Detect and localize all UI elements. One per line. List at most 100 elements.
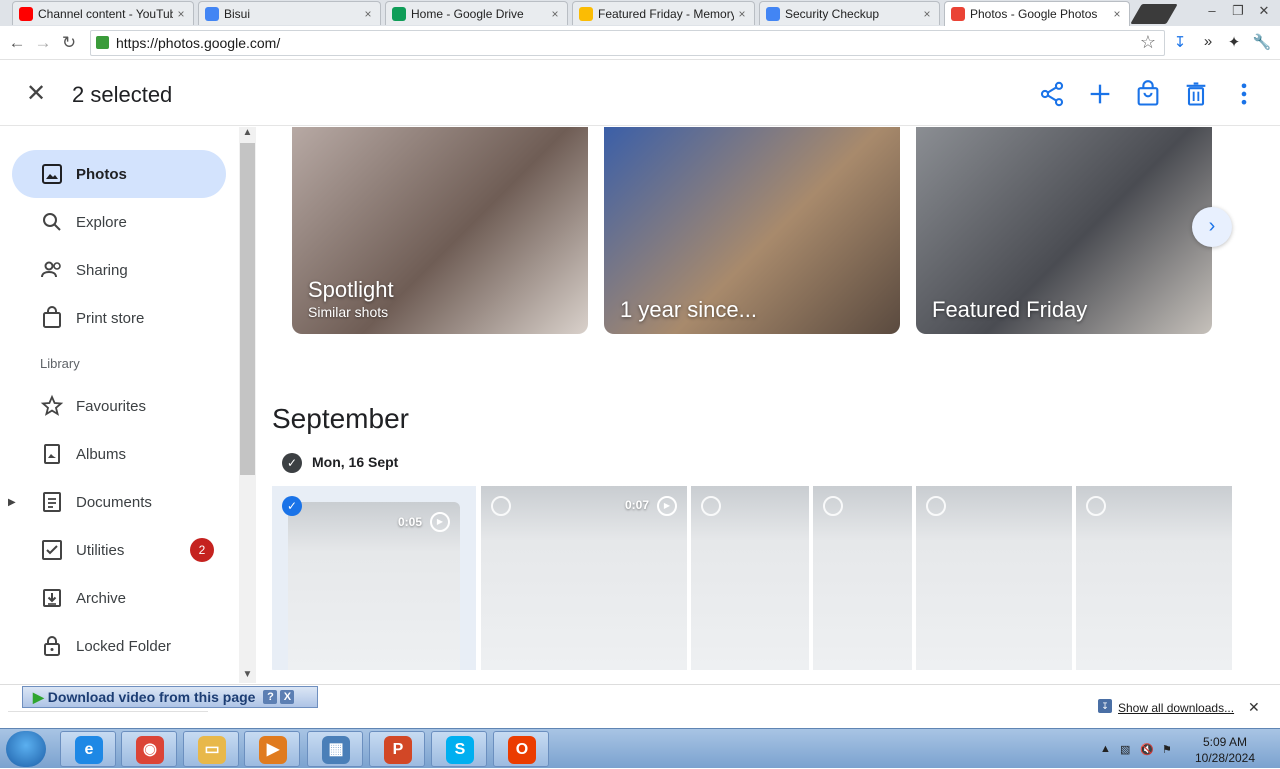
select-circle-icon[interactable] [926,496,946,516]
url-text: https://photos.google.com/ [116,35,281,51]
start-button[interactable] [6,731,46,767]
bookmark-star-icon[interactable]: ☆ [1140,32,1156,53]
scroll-up-arrow-icon[interactable]: ▲ [239,127,256,138]
sidebar-item-print-store[interactable]: Print store [12,294,226,342]
tray-expand-icon[interactable]: ▲ [1100,743,1111,755]
browser-tab[interactable]: Channel content - YouTube × [12,1,194,25]
photo-thumb[interactable]: ✓ 0:05 ▶ [272,486,476,670]
sidebar-item-explore[interactable]: Explore [12,198,226,246]
browser-tab[interactable]: Home - Google Drive × [385,1,568,25]
close-tab-icon[interactable]: × [1109,7,1125,21]
show-all-downloads-link[interactable]: Show all downloads... [1118,701,1234,715]
download-video-widget[interactable]: ▶ Download video from this page ? X [22,686,318,708]
shopping-bag-icon [43,306,61,328]
memory-card-spotlight[interactable]: Spotlight Similar shots [292,127,588,334]
selection-count: 2 selected [72,82,173,107]
browser-tab-strip: Channel content - YouTube × Bisui × Home - G… [0,0,1280,26]
taskbar-app[interactable]: ◉ [121,731,177,767]
photos-main: Spotlight Similar shots 1 year since... … [258,127,1264,670]
downloads-icon: ↧ [1098,699,1112,713]
taskbar-app[interactable]: P [369,731,425,767]
print-order-icon[interactable] [1134,80,1162,108]
taskbar-app[interactable]: O [493,731,549,767]
taskbar-app[interactable]: e [60,731,116,767]
browser-tab[interactable]: Photos - Google Photos × [944,1,1130,26]
google-drive-icon [392,6,406,21]
sidebar-item-label: Documents [76,493,152,511]
sidebar-item-utilities[interactable]: Utilities 2 [12,526,226,574]
sidebar-item-albums[interactable]: Albums [12,430,226,478]
browser-tab[interactable]: Bisui × [198,1,381,25]
sidebar-item-archive[interactable]: Archive [12,574,226,622]
taskbar-app[interactable]: ▦ [307,731,363,767]
close-tab-icon[interactable]: × [734,7,750,21]
select-circle-icon[interactable] [701,496,721,516]
overflow-chevron-icon[interactable]: » [1198,33,1218,50]
people-icon [41,261,61,278]
sidebar-item-sharing[interactable]: Sharing [12,246,226,294]
sidebar-scrollbar-thumb[interactable] [240,143,255,475]
photo-thumb[interactable] [1076,486,1232,670]
download-video-label[interactable]: Download video from this page [48,689,256,705]
delete-icon[interactable] [1182,80,1210,108]
sidebar-item-locked-folder[interactable]: Locked Folder [12,622,226,670]
taskbar-app[interactable]: ▶ [244,731,300,767]
download-item[interactable] [8,711,208,723]
download-icon[interactable]: ↧ [1170,33,1190,51]
extensions-icon[interactable]: ✦ [1224,33,1244,51]
clear-selection-button[interactable]: ✕ [22,80,50,108]
select-circle-icon[interactable] [823,496,843,516]
photo-thumb[interactable] [691,486,809,670]
close-tab-icon[interactable]: × [547,7,563,21]
photo-thumb[interactable] [813,486,912,670]
chevron-right-icon[interactable]: › [1192,207,1232,247]
sidebar-item-documents[interactable]: Documents [12,478,226,526]
address-bar[interactable]: https://photos.google.com/ ☆ [90,30,1165,56]
memory-title: 1 year since... [620,297,757,322]
back-icon[interactable]: ← [6,32,28,54]
day-select-checkmark-icon[interactable]: ✓ [282,453,302,473]
help-button[interactable]: ? [263,690,278,704]
memory-card-featured-friday[interactable]: Featured Friday [916,127,1212,334]
notification-badge: 2 [190,538,214,562]
photo-thumb[interactable] [916,486,1072,670]
sidebar-item-favourites[interactable]: Favourites [12,382,226,430]
select-circle-icon[interactable] [491,496,511,516]
close-tab-icon[interactable]: × [173,7,189,21]
media-player-icon: ▶ [259,736,287,764]
photo-thumb[interactable]: 0:07 ▶ [481,486,687,670]
browser-tab[interactable]: Featured Friday - Memory × [572,1,755,25]
maximize-button[interactable]: ❐ [1226,2,1250,20]
network-icon[interactable]: ▧ [1120,743,1130,756]
close-tab-icon[interactable]: × [360,7,376,21]
close-widget-button[interactable]: X [280,690,295,704]
forward-icon[interactable]: → [32,32,54,54]
volume-muted-icon[interactable]: 🔇 [1140,743,1154,756]
play-icon: ▶ [430,512,450,532]
sidebar-item-photos[interactable]: Photos [12,150,226,198]
taskbar-app[interactable]: ▭ [183,731,239,767]
action-center-flag-icon[interactable]: ⚑ [1162,743,1172,756]
more-vert-icon[interactable] [1230,80,1258,108]
system-clock[interactable]: 5:09 AM 10/28/2024 [1190,734,1260,766]
taskbar-app[interactable]: S [431,731,487,767]
memory-card-one-year[interactable]: 1 year since... [604,127,900,334]
select-circle-icon[interactable] [1086,496,1106,516]
tab-label: Channel content - YouTube [38,6,173,21]
tab-label: Security Checkup [785,6,880,21]
minimize-button[interactable]: – [1200,2,1224,20]
share-icon[interactable] [1038,80,1066,108]
wrench-icon[interactable]: 🔧 [1252,33,1272,51]
scroll-down-arrow-icon[interactable]: ▼ [239,669,256,680]
browser-tab[interactable]: Security Checkup × [759,1,940,25]
add-icon[interactable] [1086,80,1114,108]
close-window-button[interactable]: ✕ [1252,2,1276,20]
chrome-icon: ◉ [136,736,164,764]
close-tab-icon[interactable]: × [919,7,935,21]
powerpoint-icon: P [384,736,412,764]
close-shelf-button[interactable]: ✕ [1248,699,1260,716]
file-explorer-icon: ▭ [198,736,226,764]
reload-icon[interactable]: ↻ [58,32,80,54]
new-tab-button[interactable] [1130,4,1178,24]
checkmark-icon[interactable]: ✓ [282,496,302,516]
